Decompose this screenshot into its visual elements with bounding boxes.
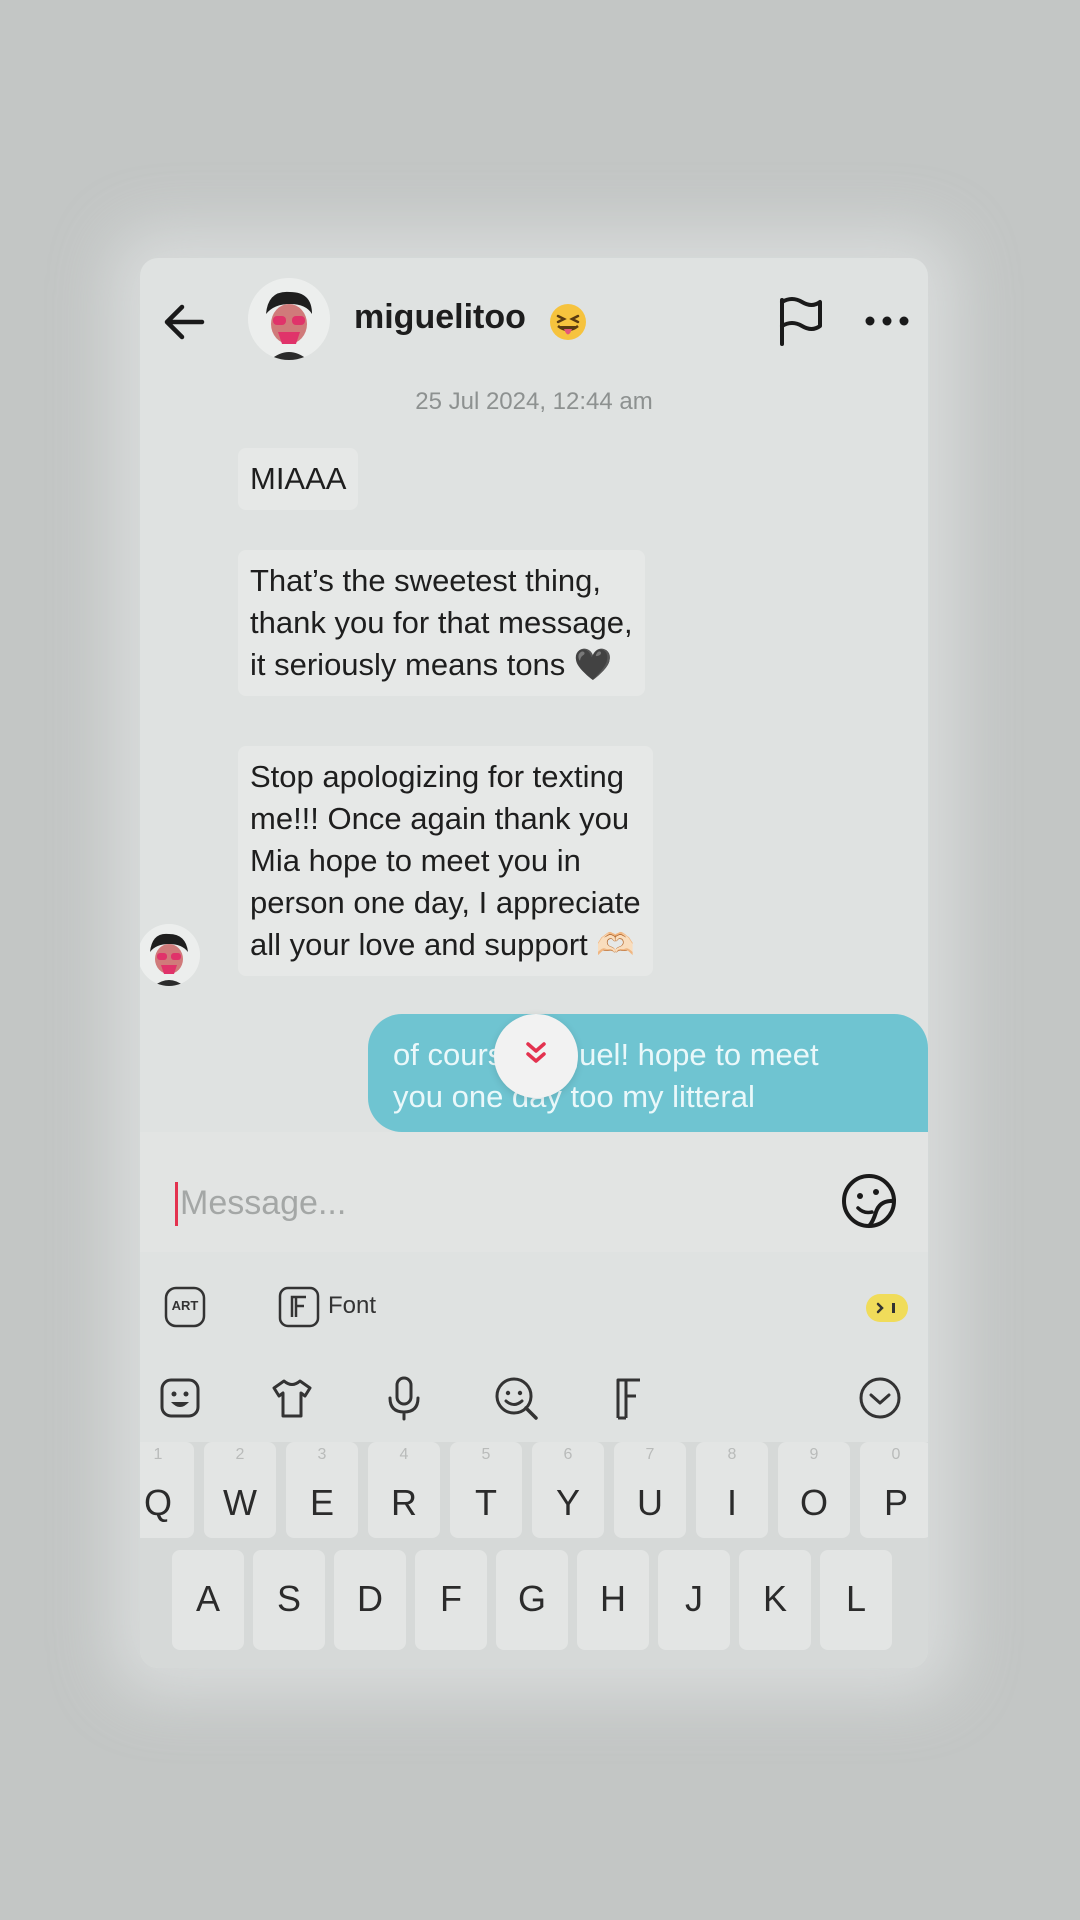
key-a[interactable]: A [172, 1550, 244, 1650]
key-y[interactable]: 6Y [532, 1442, 604, 1538]
message-line: Mia hope to meet you in [250, 843, 581, 878]
chat-screen: miguelitoo 25 Jul 2024, 12:44 am MIAAA T… [140, 258, 928, 1668]
key-d[interactable]: D [334, 1550, 406, 1650]
message-line: it seriously means tons 🖤 [250, 647, 613, 682]
chat-header: miguelitoo [140, 258, 928, 378]
key-e[interactable]: 3E [286, 1442, 358, 1538]
key-w[interactable]: 2W [204, 1442, 276, 1538]
incoming-message[interactable]: That’s the sweetest thing, thank you for… [238, 550, 645, 696]
emoji-sticker-icon[interactable] [156, 1374, 204, 1422]
key-p[interactable]: 0P [860, 1442, 928, 1538]
message-timestamp: 25 Jul 2024, 12:44 am [415, 388, 653, 415]
art-label: ART [171, 1298, 199, 1313]
keyboard-icon-row [140, 1352, 928, 1442]
avatar[interactable] [248, 278, 330, 360]
message-line: MIAAA [250, 461, 347, 496]
keyboard-tool-row: ART Font [140, 1252, 928, 1352]
incoming-message[interactable]: Stop apologizing for texting me!!! Once … [238, 746, 653, 976]
key-l[interactable]: L [820, 1550, 892, 1650]
font-icon[interactable] [278, 1286, 320, 1328]
outgoing-message[interactable]: of course miguel! hope to meet you one d… [368, 1014, 928, 1132]
message-line: That’s the sweetest thing, [250, 563, 601, 598]
text-caret [175, 1182, 178, 1226]
incoming-message[interactable]: MIAAA [238, 448, 359, 510]
key-o[interactable]: 9O [778, 1442, 850, 1538]
font-label[interactable]: Font [328, 1292, 376, 1320]
scroll-to-bottom-button[interactable] [494, 1014, 578, 1098]
message-line: all your love and support 🫶🏻 [250, 927, 635, 962]
collapse-chevron-icon[interactable] [856, 1374, 904, 1422]
key-j[interactable]: J [658, 1550, 730, 1650]
key-k[interactable]: K [739, 1550, 811, 1650]
double-chevron-down-icon [526, 1042, 546, 1063]
eyes-sticker-icon[interactable] [866, 1294, 908, 1322]
sender-avatar[interactable] [140, 924, 200, 986]
tshirt-icon[interactable] [268, 1374, 316, 1422]
squinting-tongue-emoji-icon [550, 304, 586, 340]
message-line: Stop apologizing for texting [250, 759, 624, 794]
key-q[interactable]: 1Q [140, 1442, 194, 1538]
microphone-icon[interactable] [380, 1374, 428, 1422]
keyboard: 1Q 2W 3E 4R 5T 6Y 7U 8I 9O 0P A S D F G … [140, 1442, 928, 1668]
username[interactable]: miguelitoo [354, 298, 526, 337]
key-g[interactable]: G [496, 1550, 568, 1650]
sticker-icon[interactable] [840, 1172, 898, 1230]
message-input[interactable]: Message... [180, 1184, 346, 1223]
font-style-icon[interactable] [604, 1374, 652, 1422]
message-line: thank you for that message, [250, 605, 633, 640]
key-s[interactable]: S [253, 1550, 325, 1650]
art-button[interactable]: ART [164, 1286, 206, 1328]
report-flag-icon[interactable] [774, 294, 826, 348]
emoji-search-icon[interactable] [492, 1374, 540, 1422]
key-i[interactable]: 8I [696, 1442, 768, 1538]
more-options-icon[interactable] [862, 306, 912, 336]
key-r[interactable]: 4R [368, 1442, 440, 1538]
key-u[interactable]: 7U [614, 1442, 686, 1538]
message-line: person one day, I appreciate [250, 885, 641, 920]
key-t[interactable]: 5T [450, 1442, 522, 1538]
message-line: of course miguel! hope to meet [393, 1037, 819, 1072]
message-line: you one day too my litteral [393, 1079, 755, 1114]
message-line: me!!! Once again thank you [250, 801, 630, 836]
key-f[interactable]: F [415, 1550, 487, 1650]
key-h[interactable]: H [577, 1550, 649, 1650]
message-input-bar: Message... [140, 1132, 928, 1252]
back-arrow-icon[interactable] [158, 296, 210, 348]
